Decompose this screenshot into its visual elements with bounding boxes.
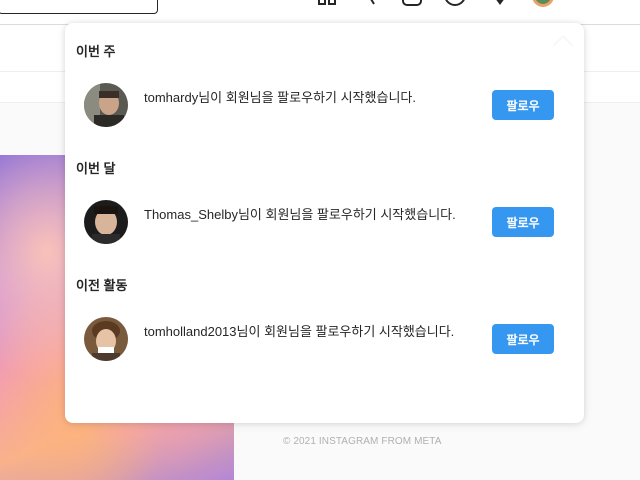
explore-icon[interactable] — [443, 0, 467, 7]
activity-dropdown: 이번 주 tomhardy님이 회원님을 팔로우하기 시작했습니다. 팔로우 이… — [65, 23, 584, 423]
top-navigation — [0, 0, 640, 25]
username-link[interactable]: tomhardy — [144, 90, 198, 105]
follow-button[interactable]: 팔로우 — [492, 324, 554, 354]
notification-text: Thomas_Shelby님이 회원님을 팔로우하기 시작했습니다. — [144, 205, 482, 225]
follow-button[interactable]: 팔로우 — [492, 90, 554, 120]
notification-item[interactable]: tomhardy님이 회원님을 팔로우하기 시작했습니다. 팔로우 — [65, 82, 584, 132]
direct-icon[interactable] — [366, 0, 378, 6]
username-link[interactable]: Thomas_Shelby — [144, 207, 238, 222]
profile-avatar[interactable] — [531, 0, 555, 8]
avatar-thomas-shelby[interactable] — [84, 200, 128, 244]
new-post-icon[interactable] — [400, 0, 424, 7]
heart-icon[interactable] — [488, 0, 512, 7]
avatar-tomholland2013[interactable] — [84, 317, 128, 361]
section-title-this-week: 이번 주 — [76, 44, 116, 59]
reels-icon[interactable] — [316, 0, 340, 6]
follow-button[interactable]: 팔로우 — [492, 207, 554, 237]
username-link[interactable]: tomholland2013 — [144, 324, 237, 339]
avatar-tomhardy[interactable] — [84, 83, 128, 127]
notification-item[interactable]: Thomas_Shelby님이 회원님을 팔로우하기 시작했습니다. 팔로우 — [65, 199, 584, 249]
notification-message: 님이 회원님을 팔로우하기 시작했습니다. — [236, 324, 455, 339]
dropdown-caret — [553, 37, 573, 57]
notification-text: tomholland2013님이 회원님을 팔로우하기 시작했습니다. — [144, 322, 482, 342]
search-input[interactable] — [0, 0, 158, 14]
notification-message: 님이 회원님을 팔로우하기 시작했습니다. — [198, 90, 416, 105]
notification-message: 님이 회원님을 팔로우하기 시작했습니다. — [237, 207, 456, 222]
section-title-earlier: 이전 활동 — [76, 278, 128, 293]
notification-text: tomhardy님이 회원님을 팔로우하기 시작했습니다. — [144, 88, 482, 108]
section-title-this-month: 이번 달 — [76, 161, 116, 176]
notification-item[interactable]: tomholland2013님이 회원님을 팔로우하기 시작했습니다. 팔로우 — [65, 316, 584, 366]
copyright-text: © 2021 INSTAGRAM FROM META — [283, 436, 442, 447]
